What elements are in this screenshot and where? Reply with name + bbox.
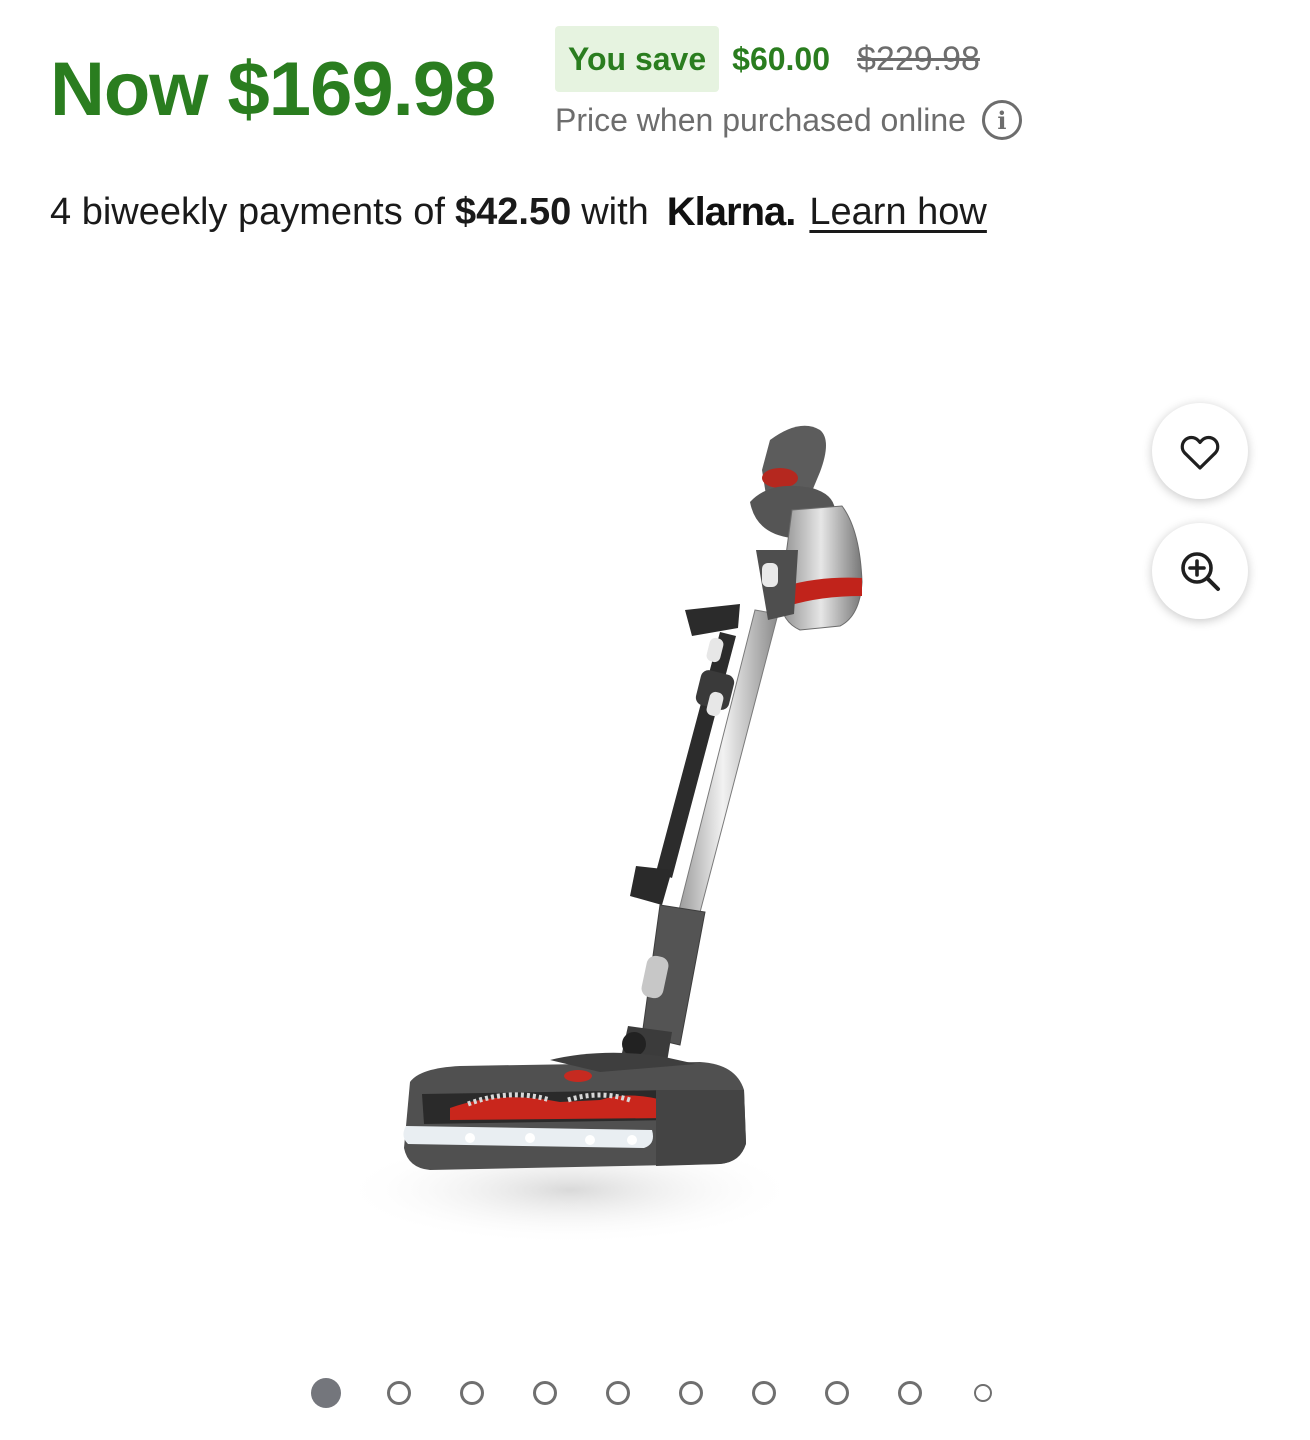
- add-to-favorites-button[interactable]: [1152, 403, 1248, 499]
- carousel-dot[interactable]: [825, 1381, 849, 1405]
- carousel-dot[interactable]: [898, 1381, 922, 1405]
- klarna-prefix: 4 biweekly payments of: [50, 190, 445, 233]
- current-price: Now $169.98: [50, 47, 496, 132]
- carousel-dot[interactable]: [606, 1381, 630, 1405]
- carousel-dot[interactable]: [460, 1381, 484, 1405]
- klarna-installment-amount: $42.50: [454, 190, 572, 233]
- product-image[interactable]: [300, 400, 920, 1260]
- savings-row: You save $60.00 $229.98: [555, 26, 980, 92]
- klarna-payments-row: 4 biweekly payments of $42.50 with Klarn…: [50, 184, 987, 240]
- original-price: $229.98: [857, 39, 980, 78]
- you-save-badge: You save: [555, 26, 720, 92]
- image-carousel-dots: [0, 1368, 1310, 1418]
- learn-how-link[interactable]: Learn how: [809, 191, 986, 234]
- savings-amount: $60.00: [732, 40, 831, 77]
- heart-icon: [1180, 435, 1220, 470]
- zoom-in-icon: [1181, 552, 1220, 591]
- price-note: Price when purchased online i: [555, 100, 1022, 140]
- carousel-dot-active[interactable]: [311, 1378, 341, 1408]
- carousel-dot[interactable]: [752, 1381, 776, 1405]
- klarna-logo: Klarna.: [666, 189, 797, 234]
- zoom-image-button[interactable]: [1152, 523, 1248, 619]
- carousel-dot[interactable]: [679, 1381, 703, 1405]
- carousel-dot[interactable]: [533, 1381, 557, 1405]
- carousel-dot[interactable]: [974, 1384, 992, 1402]
- info-icon[interactable]: i: [981, 100, 1022, 140]
- klarna-with: with: [581, 190, 649, 233]
- price-note-text: Price when purchased online: [555, 101, 966, 138]
- carousel-dot[interactable]: [387, 1381, 411, 1405]
